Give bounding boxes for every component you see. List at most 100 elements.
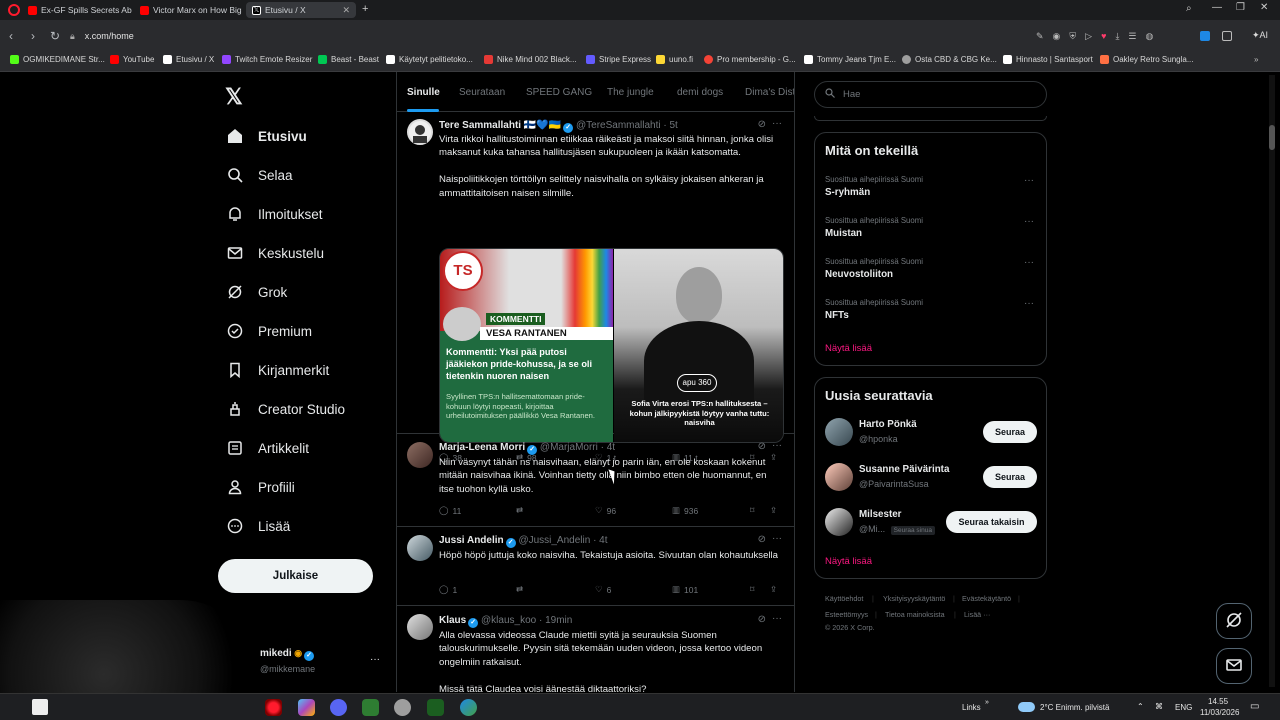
app-icon[interactable]	[362, 699, 379, 716]
sidebar-item-premium[interactable]: Premium	[226, 322, 312, 340]
footer-link[interactable]: Evästekäytäntö	[962, 594, 1011, 603]
maximize-icon[interactable]: ❐	[1236, 2, 1245, 13]
sidebar-item-home[interactable]: Etusivu	[226, 127, 307, 145]
tab-dimas-dist[interactable]: Dima's Dist	[745, 87, 794, 98]
back-icon[interactable]: ‹	[0, 29, 22, 43]
more-options-icon[interactable]: ···	[772, 533, 782, 544]
grok-icon[interactable]: ⊘	[758, 534, 766, 545]
bookmark[interactable]: Pro membership - G...	[704, 55, 796, 64]
follow-back-button[interactable]: Seuraa takaisin	[946, 511, 1037, 533]
sidebar-item-profile[interactable]: Profiili	[226, 478, 295, 496]
follow-button[interactable]: Seuraa	[983, 466, 1037, 488]
links-toolbar[interactable]: Links	[962, 703, 981, 712]
avatar[interactable]	[825, 418, 853, 446]
footer-link[interactable]: Yksityisyyskäytäntö	[883, 594, 945, 603]
suggested-user-name[interactable]: Harto Pönkä	[859, 419, 917, 430]
footer-link[interactable]: Esteettömyys	[825, 610, 868, 619]
grok-icon[interactable]: ⊘	[758, 441, 766, 452]
tweet[interactable]: Klaus ✓ @klaus_koo · 19min ⊘ ··· Alla ole…	[397, 606, 794, 692]
language-indicator[interactable]: ENG	[1175, 703, 1192, 712]
new-tab-icon[interactable]: +	[362, 3, 368, 15]
like-button[interactable]: ♡ 96	[595, 505, 616, 516]
search-tabs-icon[interactable]: ⌕	[1186, 3, 1192, 14]
cube-icon[interactable]	[1222, 31, 1232, 41]
opera-icon[interactable]	[265, 699, 282, 716]
app-icon[interactable]	[427, 699, 444, 716]
app-icon[interactable]	[298, 699, 315, 716]
bookmark[interactable]: Beast - Beast	[318, 55, 379, 64]
footer-link[interactable]: Lisää ···	[964, 610, 990, 619]
avatar[interactable]	[407, 614, 433, 640]
bookmark[interactable]: Stripe Express	[586, 55, 651, 64]
edge-icon[interactable]	[460, 699, 477, 716]
trend-name[interactable]: Neuvostoliiton	[825, 269, 893, 280]
bookmark[interactable]: Nike Mind 002 Black...	[484, 55, 577, 64]
ai-icon[interactable]: ✦AI	[1252, 30, 1268, 41]
more-options-icon[interactable]: ···	[772, 613, 782, 624]
grok-button[interactable]	[1216, 603, 1252, 639]
trend-name[interactable]: NFTs	[825, 310, 849, 321]
scrollbar-track[interactable]	[1269, 75, 1275, 687]
menu-icon[interactable]: ☰	[1128, 31, 1136, 43]
tweet-author[interactable]: Marja-Leena Morri ✓ @MarjaMorri · 4t	[439, 442, 615, 455]
tweet[interactable]: Tere Sammallahti 🇫🇮💙🇺🇦 ✓ @TereSammallahti…	[397, 112, 794, 463]
extension-icon[interactable]	[1200, 31, 1210, 41]
more-options-icon[interactable]: ···	[772, 440, 782, 451]
messages-button[interactable]	[1216, 648, 1252, 684]
reload-icon[interactable]: ↻	[44, 29, 66, 43]
more-options-icon[interactable]: ···	[1024, 298, 1034, 309]
discord-icon[interactable]	[330, 699, 347, 716]
grok-icon[interactable]: ⊘	[758, 119, 766, 130]
tab-speed-gang[interactable]: SPEED GANG	[526, 87, 592, 98]
footer-link[interactable]: Tietoa mainoksista	[885, 610, 945, 619]
scrollbar-thumb[interactable]	[1269, 125, 1275, 150]
bookmark[interactable]: Tommy Jeans Tjm E...	[804, 55, 896, 64]
play-icon[interactable]: ▷	[1085, 31, 1092, 43]
footer-link[interactable]: Käyttöehdot	[825, 594, 863, 603]
edit-icon[interactable]: ✎	[1036, 31, 1044, 43]
tab-for-you[interactable]: Sinulle	[407, 87, 440, 98]
tray-chevron-icon[interactable]: ⌃	[1137, 702, 1144, 711]
search-input[interactable]: Hae	[814, 81, 1047, 108]
bookmark[interactable]: OGMIKEDIMANE Str...	[10, 55, 105, 64]
repost-button[interactable]: ⇄	[516, 584, 527, 595]
avatar[interactable]	[407, 442, 433, 468]
shield-icon[interactable]: ⛨	[1069, 31, 1076, 43]
tweet-author[interactable]: Jussi Andelin ✓ @Jussi_Andelin · 4t	[439, 535, 608, 548]
trend-name[interactable]: Muistan	[825, 228, 862, 239]
tab-demi-dogs[interactable]: demi dogs	[677, 87, 723, 98]
sidebar-item-creator-studio[interactable]: Creator Studio	[226, 400, 345, 418]
avatar[interactable]	[825, 508, 853, 536]
heart-icon[interactable]: ♥	[1101, 31, 1106, 43]
tweet-author[interactable]: Tere Sammallahti 🇫🇮💙🇺🇦 ✓ @TereSammallahti…	[439, 120, 678, 133]
x-logo-icon[interactable]: 𝕏	[225, 84, 243, 110]
sidebar-item-bookmarks[interactable]: Kirjanmerkit	[226, 361, 329, 379]
bookmark[interactable]: Etusivu / X	[163, 55, 214, 64]
sidebar-item-grok[interactable]: Grok	[226, 283, 287, 301]
share-button[interactable]: ⇪	[770, 505, 777, 516]
account-menu-icon[interactable]: ···	[370, 654, 380, 665]
account-name[interactable]: mikedi ◉ ✓	[260, 648, 315, 661]
bookmark[interactable]: Hinnasto | Santasport	[1003, 55, 1093, 64]
windows-start-icon[interactable]	[32, 699, 48, 715]
url-field[interactable]: 🔒︎ x.com/home	[70, 27, 1200, 45]
bookmark[interactable]: Käytetyt pelitietoko...	[386, 55, 473, 64]
show-more-link[interactable]: Näytä lisää	[825, 556, 872, 567]
suggested-user-name[interactable]: Susanne Päivärinta	[859, 464, 949, 475]
sidebar-item-more[interactable]: Lisää	[226, 517, 290, 535]
browser-tab-active[interactable]: 𝕏 Etusivu / X ✕	[246, 2, 356, 18]
profile-icon[interactable]: ◍	[1146, 31, 1154, 43]
share-button[interactable]: ⇪	[770, 584, 777, 595]
close-icon[interactable]: ✕	[342, 5, 350, 16]
bookmark-button[interactable]: ⌑	[750, 505, 754, 516]
avatar[interactable]	[407, 535, 433, 561]
sidebar-item-messages[interactable]: Keskustelu	[226, 244, 324, 262]
download-icon[interactable]: ⤓	[1115, 31, 1119, 43]
tab-following[interactable]: Seurataan	[459, 87, 505, 98]
minimize-icon[interactable]: —	[1212, 2, 1222, 13]
app-icon[interactable]	[394, 699, 411, 716]
camera-icon[interactable]: ◉	[1053, 31, 1061, 43]
tweet[interactable]: Marja-Leena Morri ✓ @MarjaMorri · 4t ⊘ ··…	[397, 434, 794, 527]
grok-icon[interactable]: ⊘	[758, 614, 766, 625]
tweet[interactable]: Jussi Andelin ✓ @Jussi_Andelin · 4t ⊘ ···…	[397, 527, 794, 606]
